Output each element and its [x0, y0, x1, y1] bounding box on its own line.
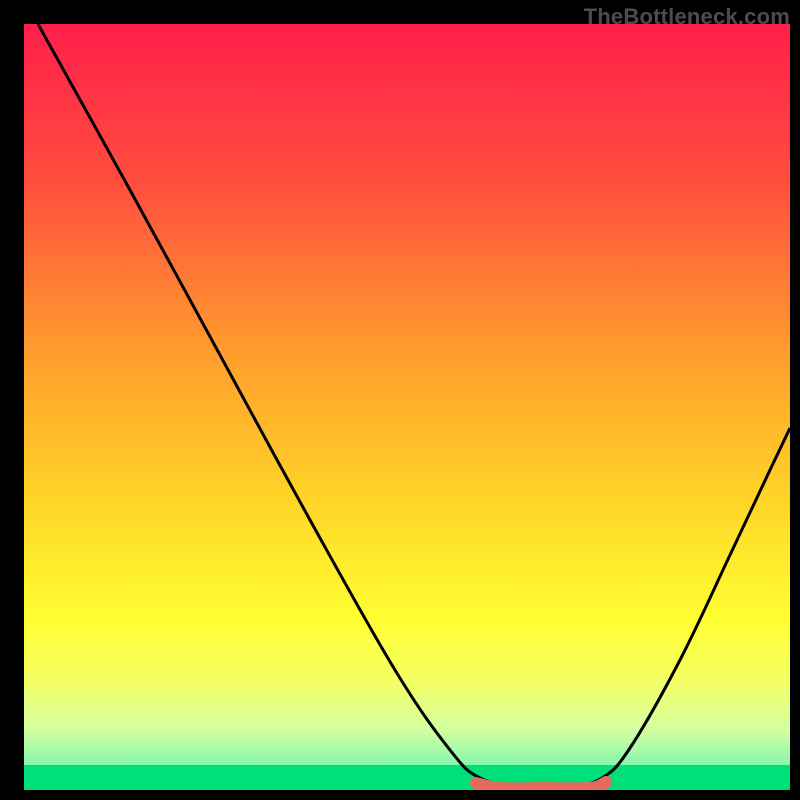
gradient-background [24, 24, 790, 790]
watermark-text: TheBottleneck.com [584, 4, 790, 30]
green-band [24, 765, 790, 790]
chart-stage: { "watermark": { "text": "TheBottleneck.… [0, 0, 800, 800]
bottleneck-chart [0, 0, 800, 800]
sweet-spot-marker [476, 782, 606, 788]
